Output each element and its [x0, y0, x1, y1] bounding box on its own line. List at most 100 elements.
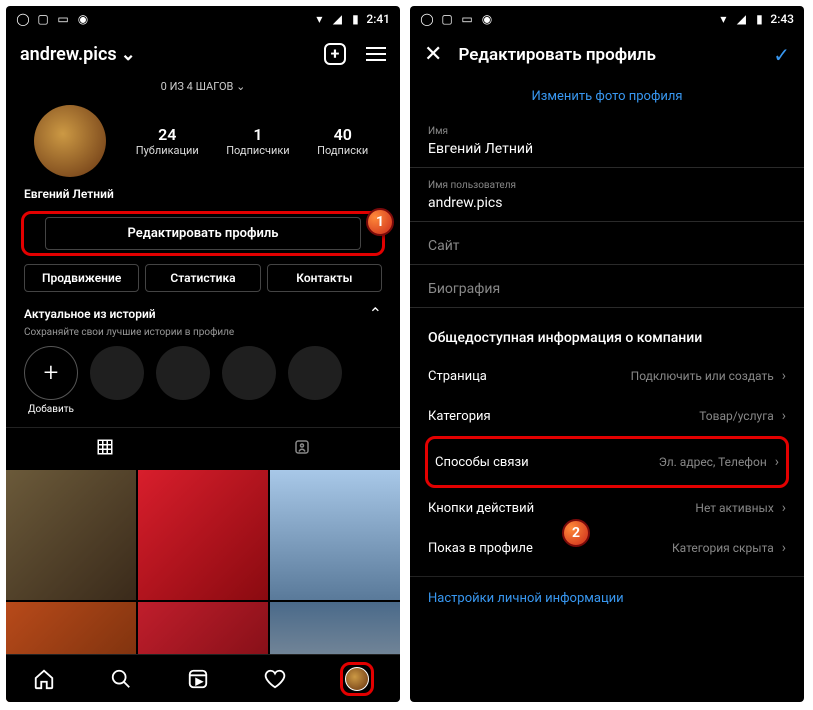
confirm-button[interactable]: ✓ — [773, 43, 790, 67]
camera-icon: ▢ — [36, 12, 50, 26]
nav-search[interactable] — [109, 667, 133, 691]
heart-icon — [264, 668, 286, 690]
edit-profile-button[interactable]: Редактировать профиль — [45, 217, 361, 250]
clock: 2:43 — [770, 12, 794, 26]
add-highlight[interactable]: +Добавить — [24, 346, 78, 415]
clock: 2:41 — [366, 12, 390, 26]
insights-button[interactable]: Статистика — [145, 264, 260, 292]
row-page[interactable]: Страница Подключить или создать › — [410, 356, 804, 396]
highlight-placeholder — [90, 346, 144, 400]
row-label: Способы связи — [435, 455, 529, 470]
chevron-right-icon: › — [782, 368, 786, 384]
website-field[interactable]: Сайт — [410, 228, 804, 265]
reels-icon — [187, 668, 209, 690]
status-bar: ◯ ▢ ▭ ◉ ▾ ◢ ▮ 2:41 — [6, 6, 400, 32]
create-button[interactable]: + — [324, 43, 346, 65]
nav-activity[interactable] — [263, 667, 287, 691]
nav-profile[interactable] — [345, 667, 369, 691]
onboarding-steps[interactable]: 0 ИЗ 4 ШАГОВ ⌄ — [6, 76, 400, 101]
row-value: Нет активных — [695, 501, 773, 515]
row-value: Категория скрыта — [672, 541, 774, 555]
company-section-title: Общедоступная информация о компании — [410, 314, 804, 356]
tab-tagged[interactable] — [203, 428, 400, 470]
wifi-icon: ▾ — [312, 12, 326, 26]
row-value: Подключить или создать — [631, 369, 774, 383]
chevron-right-icon: › — [782, 540, 786, 556]
bio-field[interactable]: Биография — [410, 271, 804, 308]
callout-1: Редактировать профиль — [21, 211, 385, 256]
post-thumb[interactable] — [270, 470, 400, 600]
chevron-down-icon: ⌄ — [121, 44, 136, 65]
edit-profile-screen: ◯ ▢ ▭ ◉ ▾ ◢ ▮ 2:43 ✕ Редактировать профи… — [410, 6, 804, 702]
field-value: andrew.pics — [428, 191, 786, 217]
shazam-icon: ◉ — [76, 12, 90, 26]
search-icon — [110, 668, 132, 690]
chevron-down-icon: ⌄ — [236, 80, 245, 93]
display-name: Евгений Летний — [6, 181, 400, 211]
shazam-icon: ◉ — [480, 12, 494, 26]
tagged-icon — [293, 438, 311, 456]
change-photo-link[interactable]: Изменить фото профиля — [410, 77, 804, 120]
highlight-placeholder — [288, 346, 342, 400]
promote-button[interactable]: Продвижение — [24, 264, 139, 292]
row-value: Эл. адрес, Телефон — [659, 455, 767, 469]
profile-screen: ◯ ▢ ▭ ◉ ▾ ◢ ▮ 2:41 andrew.pics ⌄ + 0 ИЗ … — [6, 6, 400, 702]
field-placeholder: Сайт — [428, 234, 786, 260]
nav-reels[interactable] — [186, 667, 210, 691]
chevron-up-icon: ⌃ — [369, 304, 382, 323]
close-button[interactable]: ✕ — [424, 42, 442, 67]
opera-icon: ◯ — [420, 12, 434, 26]
row-label: Кнопки действий — [428, 501, 534, 516]
username-dropdown[interactable]: andrew.pics ⌄ — [20, 44, 136, 65]
row-category[interactable]: Категория Товар/услуга › — [410, 396, 804, 436]
wifi-icon: ▾ — [716, 12, 730, 26]
row-action-buttons[interactable]: Кнопки действий Нет активных › — [410, 488, 804, 528]
profile-header: andrew.pics ⌄ + — [6, 32, 400, 76]
field-value: Евгений Летний — [428, 137, 786, 163]
badge-2: 2 — [562, 519, 590, 547]
chevron-right-icon: › — [782, 408, 786, 424]
row-label: Показ в профиле — [428, 541, 533, 556]
avatar[interactable] — [34, 105, 106, 177]
stat-following[interactable]: 40Подписки — [317, 125, 368, 157]
badge-1: 1 — [366, 208, 394, 236]
field-label: Имя пользователя — [428, 180, 786, 191]
bottom-nav — [6, 654, 400, 702]
field-label: Имя — [428, 126, 786, 137]
row-contact-methods[interactable]: Способы связи Эл. адрес, Телефон › — [431, 442, 783, 482]
profile-stats-row: 24Публикации 1Подписчики 40Подписки — [6, 101, 400, 181]
nav-home[interactable] — [32, 667, 56, 691]
highlights-title: Актуальное из историй — [24, 307, 156, 321]
username-field[interactable]: Имя пользователя andrew.pics — [410, 174, 804, 222]
row-profile-display[interactable]: Показ в профиле Категория скрыта › — [410, 528, 804, 568]
callout-profile-tab — [340, 662, 374, 696]
profile-icon — [345, 667, 369, 691]
highlight-placeholder — [222, 346, 276, 400]
personal-info-settings-link[interactable]: Настройки личной информации — [410, 577, 804, 620]
stat-followers[interactable]: 1Подписчики — [226, 125, 289, 157]
name-field[interactable]: Имя Евгений Летний — [410, 120, 804, 168]
edit-header: ✕ Редактировать профиль ✓ — [410, 32, 804, 77]
tv-icon: ▭ — [56, 12, 70, 26]
battery-icon: ▮ — [752, 12, 766, 26]
page-title: Редактировать профиль — [458, 45, 655, 65]
chevron-right-icon: › — [782, 500, 786, 516]
field-placeholder: Биография — [428, 277, 786, 303]
post-thumb[interactable] — [6, 470, 136, 600]
row-label: Страница — [428, 369, 487, 384]
post-thumb[interactable] — [138, 470, 268, 600]
menu-button[interactable] — [366, 47, 386, 61]
grid-icon — [96, 438, 114, 456]
contacts-button[interactable]: Контакты — [267, 264, 382, 292]
stat-posts[interactable]: 24Публикации — [136, 125, 199, 157]
battery-icon: ▮ — [348, 12, 362, 26]
row-value: Товар/услуга — [699, 409, 774, 423]
signal-icon: ◢ — [734, 12, 748, 26]
status-bar: ◯ ▢ ▭ ◉ ▾ ◢ ▮ 2:43 — [410, 6, 804, 32]
highlights-header[interactable]: Актуальное из историй ⌃ — [6, 300, 400, 327]
tab-grid[interactable] — [6, 428, 203, 470]
camera-icon: ▢ — [440, 12, 454, 26]
chevron-right-icon: › — [775, 454, 779, 470]
row-label: Категория — [428, 409, 491, 424]
username-label: andrew.pics — [20, 44, 117, 65]
